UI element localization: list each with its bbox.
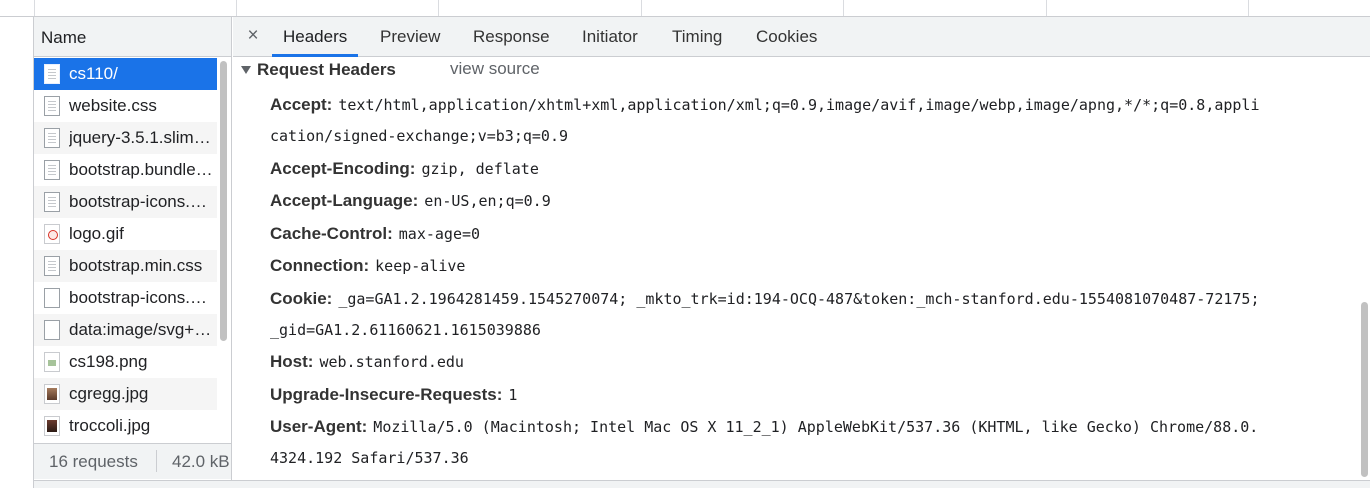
tab-preview[interactable]: Preview [380,27,440,47]
request-label: cs110/ [69,64,118,83]
header-row-connection: Connection: keep-alive [270,256,465,276]
header-value: text/html,application/xhtml+xml,applicat… [338,96,1260,114]
header-value-continuation: cation/signed-exchange;v=b3;q=0.9 [270,127,569,145]
header-row-cookie: Cookie: _ga=GA1.2.1964281459.1545270074; … [270,289,1259,309]
header-value: keep-alive [375,257,466,275]
request-row-cs110[interactable]: cs110/ [34,58,217,90]
request-list: cs110/ website.css jquery-3.5.1.slim.min… [34,58,217,442]
header-name: Cache-Control: [270,224,393,243]
document-icon [44,256,60,276]
request-row-bootstrap-icons-font[interactable]: bootstrap-icons.woff2 [34,282,217,314]
request-row-website-css[interactable]: website.css [34,90,217,122]
request-row-bootstrap-min-css[interactable]: bootstrap.min.css [34,250,217,282]
header-value: en-US,en;q=0.9 [424,192,551,210]
name-column-label: Name [41,28,87,47]
request-label: troccoli.jpg [69,416,151,435]
status-bar: 16 requests 42.0 kB [34,443,231,479]
section-title: Request Headers [257,60,396,79]
header-name: Accept: [270,95,333,114]
header-value: max-age=0 [398,225,481,243]
document-icon [44,128,60,148]
header-row-accept-encoding: Accept-Encoding: gzip, deflate [270,159,539,179]
request-label: bootstrap-icons.css [69,192,215,211]
request-label: bootstrap-icons.woff2 [69,288,215,307]
request-label: cs198.png [69,352,148,371]
timeline-divider [843,0,844,16]
header-value-continuation: _gid=GA1.2.61160621.1615039886 [270,321,541,339]
gif-image-icon [44,224,60,244]
request-list-pane: Name cs110/ website.css jquery-3.5.1.sli… [34,17,232,488]
request-label: cgregg.jpg [69,384,149,403]
header-name: Cookie: [270,289,333,308]
timeline-divider [34,0,35,16]
photo-thumbnail-icon [44,416,60,436]
timeline-divider [1248,0,1249,16]
detail-tab-bar: × Headers Preview Response Initiator Tim… [233,17,1370,57]
document-icon [44,64,60,84]
header-value: _ga=GA1.2.1964281459.1545270074; _mkto_t… [338,290,1260,308]
tab-initiator[interactable]: Initiator [582,27,638,47]
request-row-bootstrap-icons-css[interactable]: bootstrap-icons.css [34,186,217,218]
request-label: jquery-3.5.1.slim.min.js [69,128,215,147]
timeline-divider [236,0,237,16]
request-label: logo.gif [69,224,124,243]
request-row-cs198-png[interactable]: cs198.png [34,346,217,378]
collapse-triangle-icon[interactable] [241,66,251,74]
document-icon [44,160,60,180]
request-row-jquery[interactable]: jquery-3.5.1.slim.min.js [34,122,217,154]
header-name: Upgrade-Insecure-Requests: [270,385,503,404]
request-row-bootstrap-bundle[interactable]: bootstrap.bundle.min.js [34,154,217,186]
header-name: Accept-Encoding: [270,159,416,178]
header-name: User-Agent: [270,417,368,436]
transferred-size: 42.0 kB [172,452,230,471]
timeline-overview-strip [0,0,1370,17]
request-row-data-svg[interactable]: data:image/svg+xml [34,314,217,346]
header-row-upgrade-insecure-requests: Upgrade-Insecure-Requests: 1 [270,385,517,405]
request-row-troccoli-jpg[interactable]: troccoli.jpg [34,410,217,442]
header-row-user-agent: User-Agent: Mozilla/5.0 (Macintosh; Intel… [270,417,1258,437]
photo-thumbnail-icon [44,384,60,404]
header-value: Mozilla/5.0 (Macintosh; Intel Mac OS X 1… [373,418,1259,436]
document-icon [44,96,60,116]
status-divider [156,450,157,472]
view-source-link[interactable]: view source [450,59,540,79]
request-label: bootstrap.bundle.min.js [69,160,215,179]
request-row-logo-gif[interactable]: logo.gif [34,218,217,250]
header-name: Accept-Language: [270,191,419,210]
timeline-divider [1046,0,1047,16]
header-row-host: Host: web.stanford.edu [270,352,464,372]
close-icon[interactable]: × [243,25,263,47]
blank-file-icon [44,320,60,340]
png-image-icon [44,352,60,372]
header-row-accept: Accept: text/html,application/xhtml+xml,a… [270,95,1260,115]
request-label: data:image/svg+xml [69,320,215,339]
header-name: Connection: [270,256,370,275]
tab-headers[interactable]: Headers [283,27,347,47]
header-row-cache-control: Cache-Control: max-age=0 [270,224,480,244]
left-gutter [0,17,34,488]
header-name: Host: [270,352,314,371]
tab-timing[interactable]: Timing [672,27,722,47]
request-label: website.css [69,96,157,115]
document-icon [44,192,60,212]
active-tab-indicator [272,54,358,57]
tab-response[interactable]: Response [473,27,550,47]
blank-file-icon [44,288,60,308]
request-label: bootstrap.min.css [69,256,203,275]
request-count: 16 requests [49,452,138,471]
timeline-divider [641,0,642,16]
timeline-divider [438,0,439,16]
bottom-drawer-edge [34,480,1370,488]
request-detail-pane: × Headers Preview Response Initiator Tim… [233,17,1370,480]
tab-cookies[interactable]: Cookies [756,27,817,47]
request-row-cgregg-jpg[interactable]: cgregg.jpg [34,378,217,410]
detail-scrollbar[interactable] [1361,302,1368,477]
header-value: gzip, deflate [421,160,539,178]
header-row-accept-language: Accept-Language: en-US,en;q=0.9 [270,191,551,211]
header-value: 1 [508,386,518,404]
name-column-header[interactable]: Name [34,17,231,57]
request-list-scrollbar[interactable] [220,61,227,341]
header-value-continuation: 4324.192 Safari/537.36 [270,449,469,467]
header-value: web.stanford.edu [319,353,464,371]
